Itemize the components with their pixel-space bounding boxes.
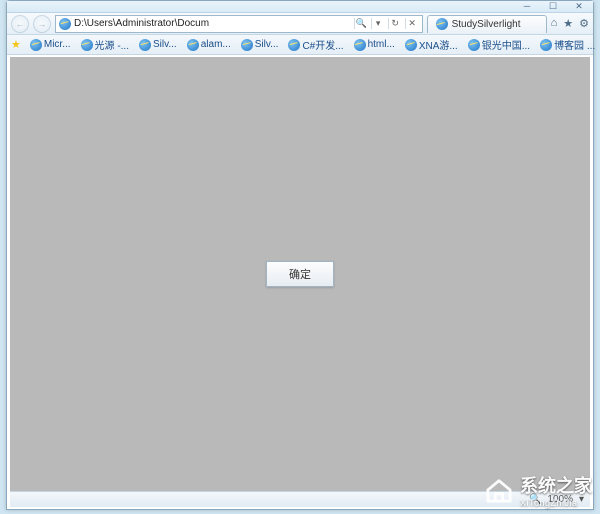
bookmark-item[interactable]: Silv... — [136, 38, 180, 52]
ok-button[interactable]: 确定 — [266, 261, 334, 287]
back-icon: ← — [16, 19, 25, 29]
favorites-star-icon[interactable]: ★ — [11, 38, 21, 51]
back-button[interactable]: ← — [11, 15, 29, 33]
zoom-dropdown[interactable]: ▾ — [579, 494, 584, 505]
bookmark-label: Micr... — [44, 39, 71, 50]
bookmark-item[interactable]: html... — [351, 38, 398, 52]
tab-title: StudySilverlight — [452, 19, 521, 30]
zoom-icon[interactable]: 🔍 — [529, 494, 541, 505]
tab-active[interactable]: StudySilverlight — [427, 15, 547, 33]
search-icon[interactable]: 🔍 — [354, 18, 368, 29]
bookmark-item[interactable]: 博客园 ... — [537, 36, 598, 53]
forward-button[interactable]: → — [33, 15, 51, 33]
favorites-icon[interactable]: ★ — [563, 17, 573, 30]
bookmark-label: 光源 -... — [95, 37, 129, 52]
forward-icon: → — [38, 19, 47, 29]
bookmark-label: C#开发... — [302, 37, 343, 52]
ie-icon — [139, 39, 151, 51]
refresh-button[interactable]: ↻ — [388, 18, 402, 29]
ie-icon — [405, 39, 417, 51]
home-icon[interactable]: ⌂ — [551, 17, 558, 30]
page-content: 确定 — [10, 57, 590, 491]
close-button[interactable]: ✕ — [569, 2, 589, 12]
browser-window: ─ ☐ ✕ ← → D:\Users\Administrator\Docum 🔍… — [6, 0, 594, 510]
ie-icon — [30, 39, 42, 51]
stop-button[interactable]: ✕ — [405, 18, 419, 29]
minimize-button[interactable]: ─ — [517, 2, 537, 12]
bookmark-item[interactable]: Micr... — [27, 38, 74, 52]
bookmark-label: 博客园 ... — [554, 37, 595, 52]
bookmark-item[interactable]: 银光中国... — [465, 36, 533, 53]
ie-icon — [540, 39, 552, 51]
address-text: D:\Users\Administrator\Docum — [74, 18, 351, 29]
bookmark-label: alam... — [201, 39, 231, 50]
zoom-level[interactable]: 100% — [547, 494, 573, 505]
bookmark-item[interactable]: 光源 -... — [78, 36, 132, 53]
ie-icon — [468, 39, 480, 51]
maximize-button[interactable]: ☐ — [543, 2, 563, 12]
bookmark-item[interactable]: alam... — [184, 38, 234, 52]
ie-icon — [241, 39, 253, 51]
bookmark-label: Silv... — [153, 39, 177, 50]
ie-icon — [187, 39, 199, 51]
bookmark-label: Silv... — [255, 39, 279, 50]
address-bar[interactable]: D:\Users\Administrator\Docum 🔍 ▾ ↻ ✕ — [55, 15, 423, 33]
bookmark-item[interactable]: C#开发... — [285, 36, 346, 53]
bookmark-label: 银光中国... — [482, 37, 530, 52]
bookmark-label: html... — [368, 39, 395, 50]
status-bar: 🔍 100% ▾ — [10, 491, 590, 507]
bookmark-label: XNA游... — [419, 37, 458, 52]
ie-icon — [59, 18, 71, 30]
ie-icon — [354, 39, 366, 51]
bookmarks-bar: ★ Micr... 光源 -... Silv... alam... Silv..… — [7, 35, 593, 55]
tools-icon[interactable]: ⚙ — [579, 17, 589, 30]
top-icons: ⌂ ★ ⚙ — [551, 17, 589, 30]
ie-icon — [436, 18, 448, 30]
titlebar: ─ ☐ ✕ — [7, 1, 593, 13]
address-dropdown[interactable]: ▾ — [371, 18, 385, 29]
ie-icon — [288, 39, 300, 51]
ok-button-label: 确定 — [289, 266, 311, 282]
bookmark-item[interactable]: Silv... — [238, 38, 282, 52]
ie-icon — [81, 39, 93, 51]
navigation-bar: ← → D:\Users\Administrator\Docum 🔍 ▾ ↻ ✕… — [7, 13, 593, 35]
bookmark-item[interactable]: XNA游... — [402, 36, 461, 53]
